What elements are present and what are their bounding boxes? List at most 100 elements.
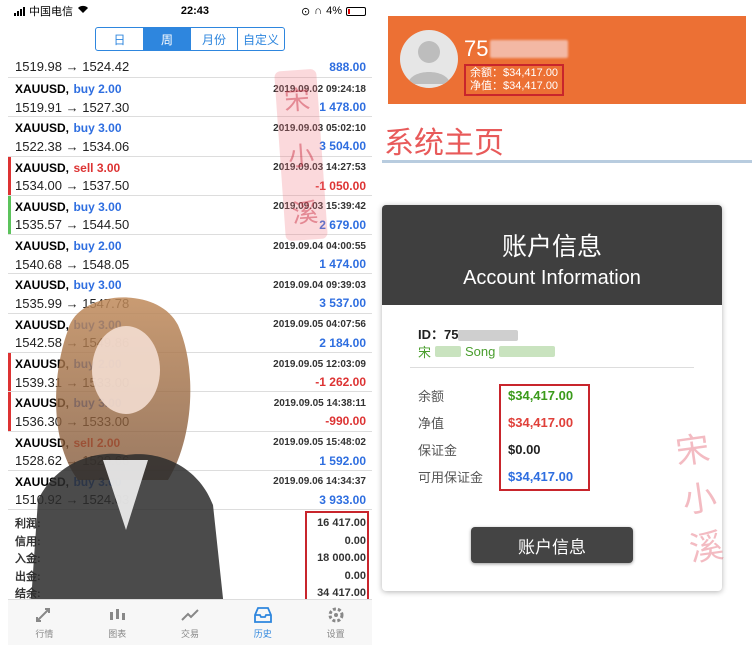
tab-trade[interactable]: 交易 bbox=[154, 600, 227, 645]
avatar[interactable] bbox=[400, 30, 458, 88]
account-info-button[interactable]: 账户信息 bbox=[471, 527, 633, 563]
status-bar-marker bbox=[8, 353, 11, 392]
page-title: 系统主页 bbox=[384, 126, 504, 161]
quotes-icon bbox=[36, 607, 51, 622]
tab-quotes[interactable]: 行情 bbox=[8, 600, 81, 645]
header-balance-box: 余额：$34,417.00 净值：$34,417.00 bbox=[464, 64, 565, 96]
account-id-line: ID：75 bbox=[418, 324, 519, 343]
trade-profit: -1 050.00 bbox=[315, 178, 366, 193]
trade-time: 2019.09.05 12:03:09 bbox=[273, 358, 366, 370]
trade-side: buy 3.00 bbox=[73, 121, 122, 136]
trade-row[interactable]: XAUUSD, buy 2.00 2019.09.05 12:03:09 1539.… bbox=[8, 353, 372, 393]
period-tab[interactable]: 自定义 bbox=[237, 28, 284, 50]
trade-side: buy 2.00 bbox=[73, 82, 122, 96]
trade-side: buy 2.00 bbox=[73, 357, 122, 372]
tab-label: 图表 bbox=[108, 628, 127, 639]
trade-profit: -990.00 bbox=[325, 414, 366, 429]
trade-profit: 3 537.00 bbox=[319, 296, 366, 311]
trade-side: sell 2.00 bbox=[73, 435, 121, 450]
account-row-label: 保证金 bbox=[418, 442, 458, 458]
tab-label: 历史 bbox=[253, 628, 272, 639]
period-tab[interactable]: 日 bbox=[96, 28, 143, 50]
summary-label: 出金: bbox=[15, 570, 41, 583]
trade-prices: 1522.38 → 1534.06 bbox=[15, 138, 130, 154]
mt4-history-screen: 中国电信 22:43 ⊙ ∩ 4% 日周月份 自定义 1519.98 → 1524… bbox=[8, 0, 372, 645]
period-tab[interactable]: 周 bbox=[143, 28, 190, 50]
trade-side: buy 3.00 bbox=[73, 199, 122, 214]
trade-row[interactable]: XAUUSD, sell 3.00 2019.09.03 14:27:53 1534… bbox=[8, 156, 372, 196]
trade-row[interactable]: XAUUSD, buy 3.00 2019.09.03 15:39:42 1535.… bbox=[8, 195, 372, 236]
profile-header: 75 余额：$34,417.00 净值：$34,417.00 bbox=[388, 16, 746, 104]
trade-time: 2019.09.05 14:38:11 bbox=[273, 397, 366, 409]
account-name: 宋 Song bbox=[418, 342, 556, 361]
trade-prices: 1528.62 → 1520.66 bbox=[15, 453, 130, 469]
trade-profit: 1 592.00 bbox=[319, 453, 366, 468]
summary-block: 利润: 16 417.00 信用: 0.00 入金: 18 000.00 出金: 0.00 结余… bbox=[8, 510, 372, 604]
web-account-page: 75 余额：$34,417.00 净值：$34,417.00 系统主页 账户信息… bbox=[382, 0, 752, 645]
trade-row[interactable]: XAUUSD, buy 3.00 2019.09.05 14:38:11 1536.… bbox=[8, 392, 372, 432]
trade-symbol: XAUUSD, bbox=[15, 317, 70, 332]
battery-percent: 4% bbox=[326, 5, 342, 17]
status-bar-marker bbox=[8, 156, 11, 195]
trade-profit: 2 184.00 bbox=[319, 335, 366, 350]
tab-label: 交易 bbox=[180, 628, 199, 639]
divider bbox=[410, 367, 694, 368]
trade-side: buy 2.00 bbox=[73, 239, 122, 254]
header-balance: 余额：$34,417.00 bbox=[470, 67, 559, 79]
trade-row[interactable]: XAUUSD, sell 2.00 2019.09.05 15:48:02 1528… bbox=[8, 432, 372, 471]
trade-profit: 1 474.00 bbox=[319, 257, 366, 272]
trade-row[interactable]: XAUUSD, buy 3.00 2019.09.06 14:34:37 1510.… bbox=[8, 471, 372, 511]
trade-prices: 1535.57 → 1544.50 bbox=[15, 217, 130, 233]
tab-label: 设置 bbox=[326, 628, 345, 639]
trade-time: 2019.09.04 04:00:55 bbox=[273, 240, 366, 252]
headphones-icon: ∩ bbox=[314, 5, 323, 17]
card-header: 账户信息 Account Information bbox=[382, 205, 722, 305]
bottom-tab-bar: 行情 图表 交易 历史 设置 bbox=[8, 599, 372, 645]
trade-row[interactable]: XAUUSD, buy 3.00 2019.09.05 04:07:56 1542.… bbox=[8, 314, 372, 354]
list-item[interactable]: 1519.98 → 1524.42 888.00 bbox=[8, 56, 372, 78]
highlight-box bbox=[305, 511, 369, 604]
battery-icon bbox=[345, 6, 366, 16]
trade-time: 2019.09.04 09:39:03 bbox=[273, 279, 366, 291]
trade-time: 2019.09.05 04:07:56 bbox=[273, 319, 366, 331]
tab-chart[interactable]: 图表 bbox=[81, 600, 154, 645]
trade-row[interactable]: XAUUSD, buy 3.00 2019.09.03 05:02:10 1522.… bbox=[8, 117, 372, 157]
status-bar: 中国电信 22:43 ⊙ ∩ 4% bbox=[8, 0, 372, 22]
trade-prices: 1540.68 → 1548.05 bbox=[15, 256, 130, 272]
trade-row[interactable]: XAUUSD, buy 2.00 2019.09.04 04:00:55 1540.… bbox=[8, 235, 372, 275]
trade-row[interactable]: XAUUSD, buy 3.00 2019.09.04 09:39:03 1535.… bbox=[8, 274, 372, 314]
alarm-icon: ⊙ bbox=[300, 5, 311, 18]
trade-side: buy 3.00 bbox=[73, 317, 122, 332]
summary-label: 信用: bbox=[15, 535, 41, 548]
highlight-box bbox=[499, 384, 590, 491]
trade-time: 2019.09.03 14:27:53 bbox=[273, 162, 366, 174]
trade-prices: 1534.00 → 1537.50 bbox=[15, 178, 130, 194]
trade-time: 2019.09.02 09:24:18 bbox=[273, 83, 366, 95]
trade-prices: 1536.30 → 1533.00 bbox=[15, 413, 130, 429]
card-title-cn: 账户信息 bbox=[501, 233, 602, 261]
status-bar-marker bbox=[8, 195, 11, 235]
account-id-label: ID：75 bbox=[418, 327, 459, 342]
trade-prices: 1519.91 → 1527.30 bbox=[15, 99, 130, 115]
tab-label: 行情 bbox=[35, 628, 54, 639]
trade-profit: -1 262.00 bbox=[315, 375, 366, 390]
trade-symbol: XAUUSD, bbox=[15, 82, 70, 96]
account-info-card: 账户信息 Account Information ID：75 宋 Song 余额… bbox=[382, 205, 722, 591]
status-bar-marker bbox=[8, 392, 11, 431]
summary-label: 入金: bbox=[15, 553, 41, 566]
trade-prices: 1535.99 → 1547.78 bbox=[15, 295, 130, 311]
period-selector: 日周月份 自定义 bbox=[8, 22, 372, 56]
divider bbox=[382, 160, 752, 163]
trade-time: 2019.09.05 15:48:02 bbox=[273, 437, 366, 449]
trade-symbol: XAUUSD, bbox=[15, 239, 70, 254]
tab-settings[interactable]: 设置 bbox=[299, 600, 372, 645]
trade-symbol: XAUUSD, bbox=[15, 121, 70, 136]
trade-row[interactable]: XAUUSD, buy 2.00 2019.09.02 09:24:18 1519.… bbox=[8, 78, 372, 118]
account-row-label: 可用保证金 bbox=[418, 469, 484, 485]
name-middle: Song bbox=[465, 344, 496, 359]
signal-icon bbox=[14, 6, 25, 16]
settings-icon bbox=[328, 607, 344, 622]
trade-profit: 3 933.00 bbox=[319, 492, 366, 507]
period-tab[interactable]: 月份 bbox=[190, 28, 237, 50]
tab-history[interactable]: 历史 bbox=[226, 600, 299, 645]
